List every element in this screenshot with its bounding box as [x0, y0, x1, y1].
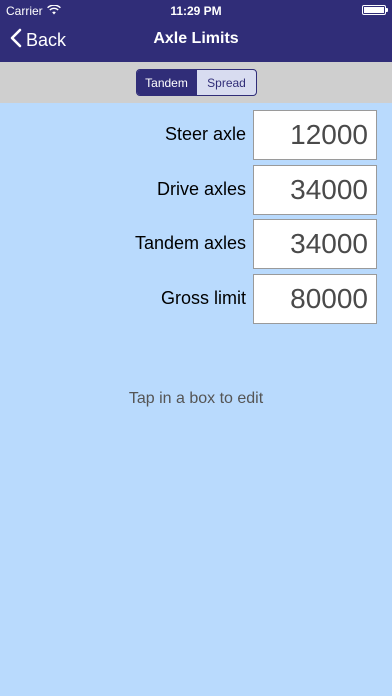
steer-axle-field[interactable]: 12000 — [253, 110, 377, 160]
limit-row-drive-axles: Drive axles 34000 — [0, 165, 392, 215]
top-bar: Carrier 11:29 PM Back Axle Limits — [0, 0, 392, 62]
segment-tandem[interactable]: Tandem — [137, 70, 196, 95]
segment-spread[interactable]: Spread — [196, 70, 256, 95]
gross-limit-field[interactable]: 80000 — [253, 274, 377, 324]
navigation-bar: Back Axle Limits — [0, 20, 392, 62]
segment-bar: Tandem Spread — [0, 62, 392, 103]
limit-row-gross-limit: Gross limit 80000 — [0, 274, 392, 324]
limit-row-steer-axle: Steer axle 12000 — [0, 110, 392, 160]
steer-axle-label: Steer axle — [164, 124, 246, 144]
drive-axles-label: Drive axles — [156, 179, 246, 199]
gross-limit-label: Gross limit — [161, 288, 246, 308]
status-bar: Carrier 11:29 PM — [0, 0, 392, 20]
battery-icon — [362, 5, 388, 15]
limit-row-tandem-axles: Tandem axles 34000 — [0, 219, 392, 269]
tandem-axles-label: Tandem axles — [134, 233, 246, 253]
page-title: Axle Limits — [153, 30, 239, 47]
axle-limits-screen: Carrier 11:29 PM Back Axle Limits Tandem… — [0, 0, 392, 696]
edit-hint: Tap in a box to edit — [128, 390, 264, 407]
status-time: 11:29 PM — [170, 4, 222, 18]
tandem-axles-field[interactable]: 34000 — [253, 219, 377, 269]
battery-fill — [364, 7, 384, 13]
axle-mode-segmented-control: Tandem Spread — [136, 69, 257, 96]
drive-axles-field[interactable]: 34000 — [253, 165, 377, 215]
